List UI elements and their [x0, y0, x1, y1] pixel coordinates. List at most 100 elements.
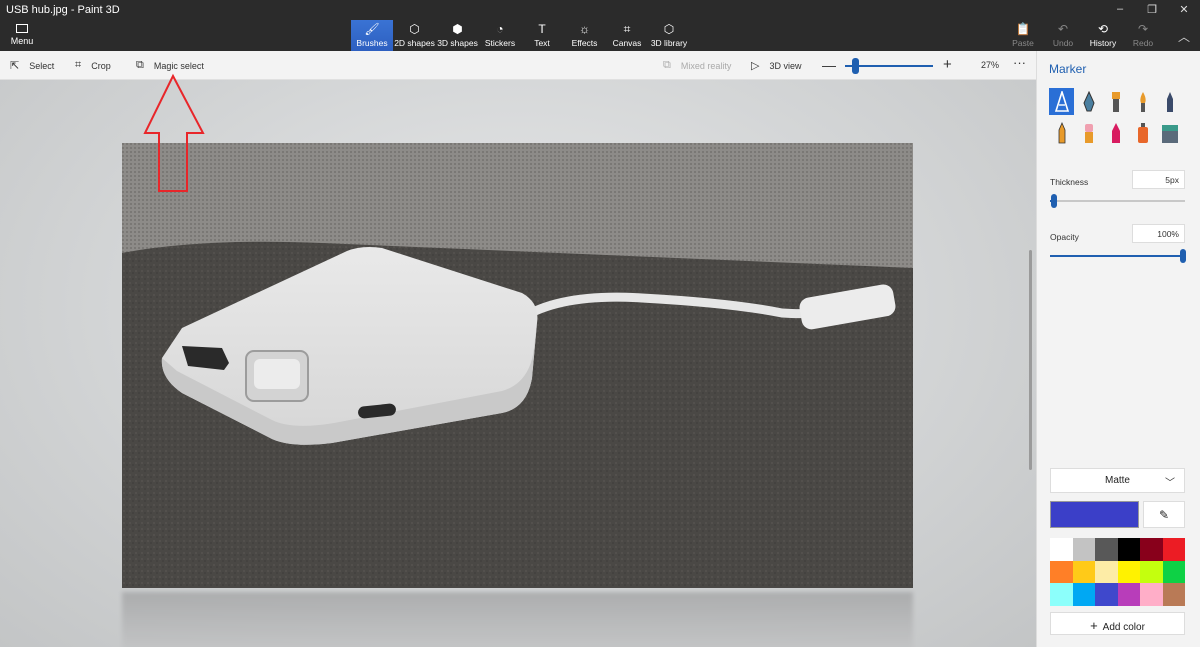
close-icon[interactable]: ✕	[1168, 0, 1200, 18]
pixel-pen-button[interactable]	[1157, 88, 1182, 115]
color-swatch[interactable]	[1162, 583, 1185, 606]
tab-3d-library[interactable]: ⬡ 3D library	[648, 20, 690, 51]
color-swatch[interactable]	[1117, 560, 1140, 583]
select-button[interactable]: ⇱ Select	[10, 59, 54, 72]
fill-button[interactable]	[1157, 119, 1182, 146]
color-swatch[interactable]	[1140, 560, 1163, 583]
color-swatch[interactable]	[1162, 560, 1185, 583]
usb-hub-photo: ​	[122, 143, 913, 588]
chevron-down-icon: ﹀	[1165, 478, 1175, 489]
finish-dropdown[interactable]: Matte ﹀	[1050, 468, 1185, 493]
zoom-out-icon[interactable]: —	[822, 57, 836, 73]
oil-brush-button[interactable]	[1103, 88, 1128, 115]
eraser-button[interactable]	[1076, 119, 1101, 146]
tab-2d-shapes[interactable]: ⬡ 2D shapes	[393, 20, 436, 51]
pencil-button[interactable]	[1049, 119, 1074, 146]
3d-view-button[interactable]: ▷ 3D view	[751, 59, 801, 72]
color-swatch[interactable]	[1140, 583, 1163, 606]
mixed-reality-button[interactable]: ⧉ Mixed reality	[663, 59, 731, 72]
add-color-button[interactable]: + Add color	[1050, 612, 1185, 635]
thickness-slider[interactable]	[1050, 200, 1185, 202]
history-label: History	[1089, 38, 1117, 48]
thickness-label: Thickness	[1050, 177, 1089, 187]
vertical-scrollbar[interactable]	[1029, 250, 1032, 470]
color-swatch[interactable]	[1072, 538, 1095, 561]
color-swatch[interactable]	[1050, 538, 1073, 561]
menu-button[interactable]: Menu	[8, 24, 36, 46]
marker-brush-button[interactable]	[1049, 88, 1074, 115]
color-swatch[interactable]	[1050, 583, 1073, 606]
color-swatch[interactable]	[1117, 583, 1140, 606]
zoom-in-icon[interactable]: +	[943, 56, 952, 73]
magic-select-icon: ⧉	[136, 59, 144, 71]
color-swatch[interactable]	[1117, 538, 1140, 561]
undo-button[interactable]: ↶ Undo	[1043, 22, 1083, 48]
redo-label: Redo	[1132, 38, 1154, 48]
canvas-icon: ⌗	[623, 22, 631, 36]
calligraphy-pen-icon	[1082, 90, 1095, 111]
history-button[interactable]: ⟲ History	[1083, 22, 1123, 48]
eyedropper-button[interactable]: ✎	[1143, 501, 1185, 528]
color-swatch[interactable]	[1095, 560, 1118, 583]
3d-library-icon: ⬡	[663, 22, 675, 36]
color-swatch[interactable]	[1072, 583, 1095, 606]
magic-select-label: Magic select	[153, 60, 204, 71]
crayon-button[interactable]	[1103, 119, 1128, 146]
opacity-slider-fill	[1050, 255, 1183, 257]
collapse-chevron-icon[interactable]: ︿	[1178, 28, 1190, 45]
tab-stickers[interactable]: ◔ Stickers	[479, 20, 521, 51]
opacity-input[interactable]: 100%	[1132, 224, 1185, 243]
menu-label: Menu	[10, 36, 34, 46]
tab-label: Canvas	[612, 38, 642, 48]
select-label: Select	[29, 60, 55, 71]
tab-text[interactable]: T Text	[521, 20, 563, 51]
color-swatch[interactable]	[1072, 560, 1095, 583]
color-swatch[interactable]	[1095, 538, 1118, 561]
tab-label: 3D shapes	[437, 38, 478, 48]
minimize-icon[interactable]: –	[1104, 0, 1136, 18]
zoom-level: 27%	[981, 60, 1000, 70]
color-swatch[interactable]	[1050, 560, 1073, 583]
opacity-label: Opacity	[1050, 232, 1079, 242]
tab-label: Effects	[571, 38, 598, 48]
color-swatch[interactable]	[1162, 538, 1185, 561]
spray-can-button[interactable]	[1130, 119, 1155, 146]
tab-3d-shapes[interactable]: ⬢ 3D shapes	[436, 20, 479, 51]
paste-button[interactable]: 📋 Paste	[1003, 22, 1043, 48]
current-color-swatch[interactable]	[1050, 501, 1139, 528]
menu-icon	[16, 24, 28, 33]
paste-icon: 📋	[1015, 22, 1031, 36]
undo-icon: ↶	[1057, 22, 1069, 36]
color-swatch[interactable]	[1095, 583, 1118, 606]
mixed-reality-icon: ⧉	[663, 59, 671, 71]
zoom-slider-thumb[interactable]	[852, 58, 859, 74]
canvas-reflection	[122, 592, 913, 647]
brush-icon: 🖌	[364, 22, 380, 36]
crop-button[interactable]: ⌗ Crop	[75, 59, 111, 72]
color-swatch[interactable]	[1140, 538, 1163, 561]
watercolor-button[interactable]	[1130, 88, 1155, 115]
panel-title: Marker	[1049, 62, 1087, 76]
tab-brushes[interactable]: 🖌 Brushes	[351, 20, 393, 51]
tab-label: Text	[534, 38, 550, 48]
select-cursor-icon: ⇱	[10, 60, 20, 72]
maximize-icon[interactable]: ❐	[1136, 0, 1168, 18]
canvas-image[interactable]: ​	[122, 143, 913, 588]
thickness-slider-thumb[interactable]	[1051, 194, 1057, 208]
tab-effects[interactable]: ☼ Effects	[563, 20, 606, 51]
crop-label: Crop	[91, 60, 111, 71]
pixel-pen-icon	[1166, 91, 1173, 112]
more-options-icon[interactable]: ···	[1013, 55, 1026, 70]
tab-label: 3D library	[650, 38, 688, 48]
redo-button[interactable]: ↷ Redo	[1123, 22, 1163, 48]
tab-label: 2D shapes	[394, 38, 435, 48]
tab-canvas[interactable]: ⌗ Canvas	[606, 20, 648, 51]
finish-value: Matte	[1104, 475, 1130, 486]
tab-label: Brushes	[356, 38, 388, 48]
opacity-slider-thumb[interactable]	[1180, 249, 1186, 263]
magic-select-button[interactable]: ⧉ Magic select	[136, 59, 204, 72]
thickness-input[interactable]: 5px	[1132, 170, 1185, 189]
calligraphy-pen-button[interactable]	[1076, 88, 1101, 115]
3d-view-icon: ▷	[751, 60, 760, 72]
canvas-workspace[interactable]: ​	[0, 80, 1036, 647]
